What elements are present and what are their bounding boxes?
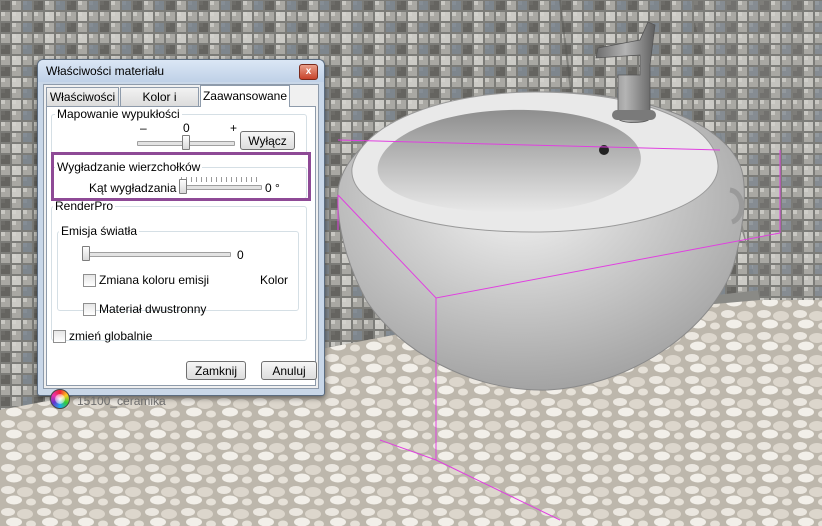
emission-slider-track[interactable] (83, 252, 231, 257)
emission-color-link[interactable]: Kolor (260, 273, 288, 287)
double-sided-label: Materiał dwustronny (99, 302, 207, 316)
dialog-titlebar[interactable]: Właściwości materiału x (38, 60, 324, 82)
tab-page-advanced: Mapowanie wypukłości – 0 + Wyłącz Wygład… (46, 106, 316, 386)
tab-wlasciwosci[interactable]: Właściwości (46, 87, 119, 106)
emission-slider-thumb[interactable] (82, 246, 90, 261)
bump-minus-label: – (140, 121, 147, 135)
light-emission-subgroup (57, 231, 299, 311)
bump-slider-thumb[interactable] (182, 135, 190, 150)
renderpro-group-label: RenderPro (53, 199, 116, 213)
cancel-button[interactable]: Anuluj (261, 361, 317, 380)
close-button[interactable]: Zamknij (186, 361, 246, 380)
change-emission-color-checkbox[interactable] (83, 274, 96, 287)
tab-zaawansowane[interactable]: Zaawansowane (200, 85, 290, 107)
bump-off-button[interactable]: Wyłącz (240, 131, 295, 150)
close-icon[interactable]: x (299, 64, 318, 80)
change-globally-checkbox[interactable] (53, 330, 66, 343)
smoothing-highlight-frame (51, 152, 311, 201)
material-preview-icon[interactable] (50, 389, 70, 409)
bump-value: 0 (183, 121, 190, 135)
dialog-title: Właściwości materiału (46, 64, 165, 78)
double-sided-checkbox[interactable] (83, 303, 96, 316)
dialog-client-area: Właściwości Kolor i tekstura Zaawansowan… (43, 84, 319, 409)
material-name: 15100_ceramika (77, 394, 166, 408)
change-emission-color-label: Zmiana koloru emisji (99, 273, 210, 287)
emission-value: 0 (237, 248, 244, 262)
material-properties-dialog: Właściwości materiału x Właściwości Kolo… (37, 59, 325, 409)
tab-kolor-i-tekstura[interactable]: Kolor i tekstura (120, 87, 199, 123)
bump-mapping-group-label: Mapowanie wypukłości (55, 107, 182, 121)
bump-plus-label: + (230, 121, 238, 135)
light-emission-label: Emisja światła (59, 224, 140, 238)
change-globally-label: zmień globalnie (69, 329, 153, 343)
